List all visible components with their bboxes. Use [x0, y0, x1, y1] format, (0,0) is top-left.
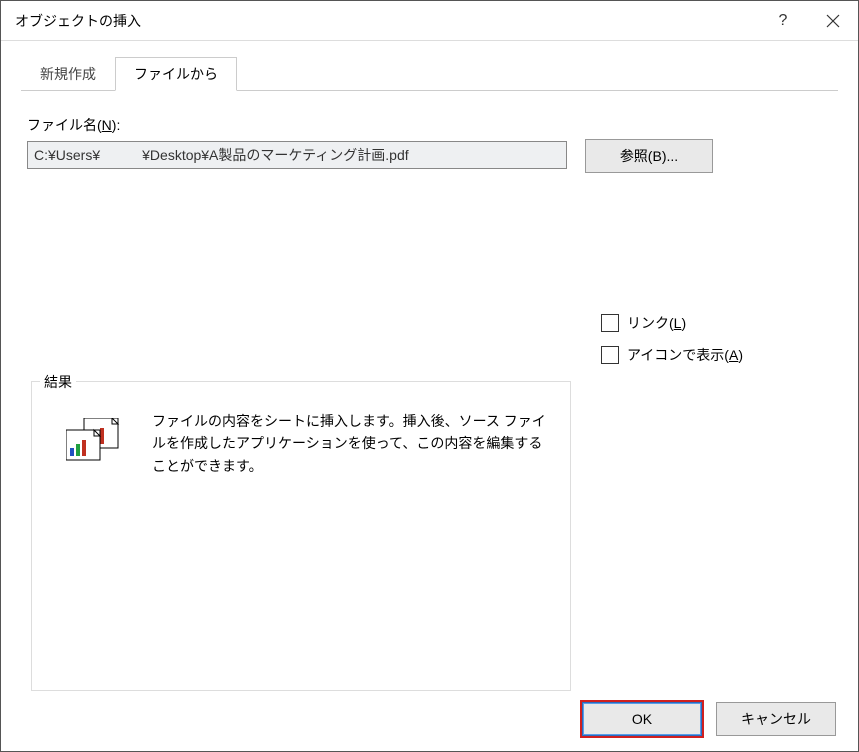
browse-pre: 参照( [620, 146, 653, 166]
icon-checkbox[interactable] [601, 346, 619, 364]
filename-label-pre: ファイル名( [27, 117, 102, 133]
browse-ul: B [652, 148, 661, 164]
from-file-pane: ファイル名(N): C:¥Users¥ ¥Desktop¥A製品のマーケティング… [21, 91, 838, 173]
icon-ul: A [729, 347, 738, 363]
window-title: オブジェクトの挿入 [15, 11, 758, 31]
close-icon [826, 14, 840, 28]
ok-button[interactable]: OK [582, 702, 702, 736]
icon-post: ) [738, 347, 743, 363]
browse-post: )... [662, 148, 678, 164]
filename-row: C:¥Users¥ ¥Desktop¥A製品のマーケティング計画.pdf 参照(… [27, 141, 832, 173]
icon-pre: アイコンで表示( [627, 347, 729, 363]
link-checkbox-row[interactable]: リンク(L) [601, 313, 743, 333]
options-group: リンク(L) アイコンで表示(A) [601, 313, 743, 365]
tab-from-file[interactable]: ファイルから [115, 57, 237, 91]
close-button[interactable] [808, 1, 858, 41]
link-checkbox[interactable] [601, 314, 619, 332]
link-post: ) [681, 315, 686, 331]
cancel-button[interactable]: キャンセル [716, 702, 836, 736]
footer: OK キャンセル [1, 687, 858, 751]
link-pre: リンク( [627, 315, 674, 331]
result-text: ファイルの内容をシートに挿入します。挿入後、ソース ファイルを作成したアプリケー… [152, 408, 554, 477]
filename-label-ul: N [102, 117, 112, 133]
tab-new[interactable]: 新規作成 [21, 57, 115, 91]
tab-bar: 新規作成 ファイルから [21, 59, 838, 91]
result-legend: 結果 [40, 372, 76, 392]
browse-button[interactable]: 参照(B)... [585, 139, 713, 173]
help-button[interactable]: ? [758, 1, 808, 41]
titlebar: オブジェクトの挿入 ? [1, 1, 858, 41]
embed-result-icon [66, 418, 128, 464]
link-label: リンク(L) [627, 313, 686, 333]
insert-object-dialog: オブジェクトの挿入 ? 新規作成 ファイルから ファイル名(N): C:¥Use… [0, 0, 859, 752]
icon-label: アイコンで表示(A) [627, 345, 743, 365]
result-body: ファイルの内容をシートに挿入します。挿入後、ソース ファイルを作成したアプリケー… [48, 408, 554, 477]
filename-label-post: ): [112, 117, 121, 133]
content-area: 新規作成 ファイルから ファイル名(N): C:¥Users¥ ¥Desktop… [1, 41, 858, 687]
icon-checkbox-row[interactable]: アイコンで表示(A) [601, 345, 743, 365]
filename-input[interactable]: C:¥Users¥ ¥Desktop¥A製品のマーケティング計画.pdf [27, 141, 567, 169]
filename-label: ファイル名(N): [27, 115, 832, 135]
result-group: 結果 ファイルの内容をシートに [31, 381, 571, 691]
